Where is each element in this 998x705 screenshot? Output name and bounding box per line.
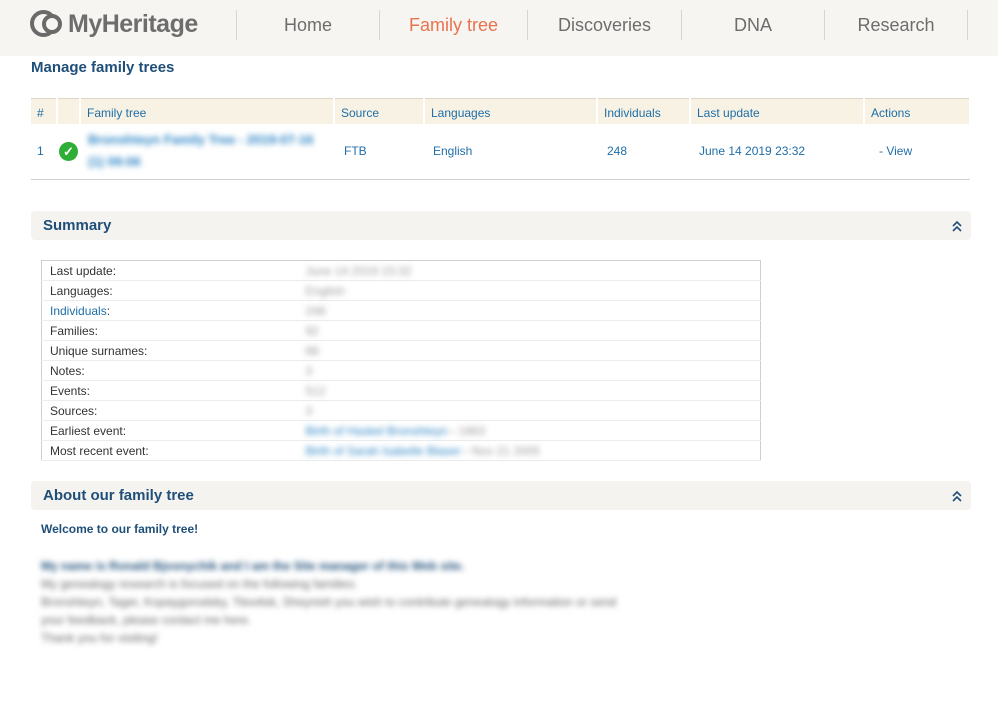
- summary-value: English: [305, 283, 345, 298]
- table-header-row: # Family tree Source Languages Individua…: [31, 98, 971, 124]
- about-line: My name is Ronald Bjosnychik and I am th…: [41, 559, 465, 573]
- summary-row: Events: 512: [41, 380, 761, 401]
- column-header-status: [57, 98, 81, 124]
- summary-value: 88: [305, 343, 319, 358]
- summary-row: Most recent event: Birth of Sarah Isabell…: [41, 440, 761, 461]
- about-section-header[interactable]: About our family tree: [31, 481, 971, 510]
- column-header-individuals: Individuals: [597, 98, 691, 124]
- about-text-block: My name is Ronald Bjosnychik and I am th…: [41, 557, 631, 647]
- summary-row: Unique surnames: 88: [41, 340, 761, 361]
- summary-row: Earliest event: Birth of Haskel Bronshtey…: [41, 420, 761, 441]
- summary-value: 92: [305, 323, 319, 338]
- check-circle-icon: ✓: [59, 141, 78, 161]
- summary-value: 3: [305, 363, 313, 378]
- summary-row: Sources: 3: [41, 400, 761, 421]
- summary-row: Notes: 3: [41, 360, 761, 381]
- summary-value: June 14 2019 23:32: [305, 263, 412, 278]
- family-tree-name-link[interactable]: Bronshteyn Family Tree - 2019-07-16 (1) …: [88, 132, 313, 169]
- welcome-heading: Welcome to our family tree!: [41, 522, 199, 536]
- view-action-link[interactable]: - View: [879, 144, 912, 158]
- logo-text: MyHeritage: [68, 9, 198, 38]
- column-header-languages: Languages: [424, 98, 598, 124]
- nav-discoveries[interactable]: Discoveries: [528, 10, 681, 40]
- summary-title: Summary: [43, 217, 112, 234]
- earliest-event-link[interactable]: Birth of Haskel Bronshteyn: [306, 424, 448, 438]
- about-title: About our family tree: [43, 487, 194, 504]
- table-row: 1 ✓ Bronshteyn Family Tree - 2019-07-16 …: [31, 123, 970, 180]
- collapse-chevron-icon[interactable]: [951, 219, 963, 233]
- summary-row: Languages: English: [41, 280, 761, 301]
- nav-dna[interactable]: DNA: [682, 10, 824, 40]
- individuals-link[interactable]: Individuals: [50, 304, 107, 318]
- column-header-source: Source: [334, 98, 425, 124]
- summary-label: Families:: [41, 320, 298, 341]
- column-header-number: #: [31, 98, 58, 124]
- summary-row: Last update: June 14 2019 23:32: [41, 260, 761, 281]
- summary-label: Last update:: [41, 260, 298, 281]
- about-line: your feedback, please contact me here.: [41, 613, 252, 627]
- nav-research[interactable]: Research: [825, 10, 967, 40]
- language-cell: English: [424, 123, 597, 180]
- about-line: Bronshteyn, Tager, Kopaygorodsky, Titovi…: [41, 595, 617, 609]
- row-number: 1: [31, 123, 57, 180]
- recent-event-link[interactable]: Birth of Sarah Isabelle Blaser: [306, 444, 461, 458]
- page-title: Manage family trees: [31, 59, 175, 76]
- collapse-chevron-icon[interactable]: [951, 489, 963, 503]
- myheritage-logo[interactable]: MyHeritage: [30, 9, 198, 39]
- recent-event-date: Nov 21 2005: [471, 443, 540, 458]
- photo-icon: ▫: [464, 443, 469, 458]
- summary-section-header[interactable]: Summary: [31, 211, 971, 240]
- nav-family-tree[interactable]: Family tree: [380, 10, 527, 40]
- top-navigation-bar: MyHeritage Home Family tree Discoveries …: [0, 0, 998, 56]
- about-line: Thank you for visiting!: [41, 631, 158, 645]
- summary-label: Sources:: [41, 400, 298, 421]
- summary-value: 512: [305, 383, 326, 398]
- summary-label: Events:: [41, 380, 298, 401]
- last-update-cell: June 14 2019 23:32: [690, 123, 864, 180]
- photo-icon: ▫: [450, 423, 456, 438]
- column-header-last-update: Last update: [690, 98, 865, 124]
- about-line: My genealogy research is focused on the …: [41, 577, 358, 591]
- summary-label: Most recent event:: [41, 440, 298, 461]
- source-cell: FTB: [334, 123, 424, 180]
- individuals-cell: 248: [597, 123, 690, 180]
- summary-table: Last update: June 14 2019 23:32 Languages…: [41, 260, 761, 461]
- family-trees-table: # Family tree Source Languages Individua…: [31, 98, 971, 180]
- main-nav: Home Family tree Discoveries DNA Researc…: [236, 10, 968, 40]
- column-header-family-tree: Family tree: [80, 98, 335, 124]
- summary-value: 3: [305, 403, 313, 418]
- summary-label: Notes:: [41, 360, 298, 381]
- earliest-event-date: 1863: [458, 423, 486, 438]
- summary-label: Languages:: [41, 280, 298, 301]
- column-header-actions: Actions: [864, 98, 971, 124]
- summary-label: Unique surnames:: [41, 340, 298, 361]
- summary-row: Families: 92: [41, 320, 761, 341]
- nav-home[interactable]: Home: [237, 10, 379, 40]
- summary-value: 248: [305, 303, 326, 318]
- logo-icon: [30, 9, 66, 39]
- summary-row: Individuals: 248: [41, 300, 761, 321]
- summary-label: Earliest event:: [41, 420, 298, 441]
